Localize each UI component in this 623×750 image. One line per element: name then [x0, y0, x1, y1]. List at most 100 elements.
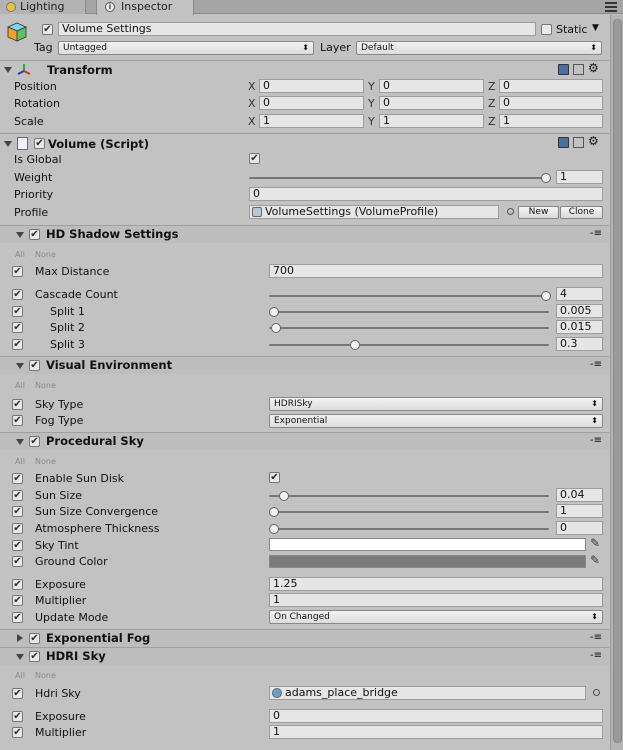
sky-tint-override-checkbox[interactable]: ✔	[12, 540, 23, 551]
axis-y-label[interactable]: Y	[368, 115, 375, 128]
hd-shadow-enabled-checkbox[interactable]: ✔	[29, 229, 40, 240]
tag-dropdown[interactable]: Untagged ⬍	[58, 41, 314, 55]
ground-color-override-checkbox[interactable]: ✔	[12, 556, 23, 567]
foldout-arrow-icon[interactable]	[4, 67, 12, 73]
scrollbar-thumb[interactable]	[613, 19, 622, 743]
eyedropper-icon[interactable]: ✎	[590, 537, 600, 550]
sun-size-convergence-slider-track[interactable]	[269, 511, 549, 513]
priority-field[interactable]: 0	[249, 187, 603, 201]
sky-type-override-checkbox[interactable]: ✔	[12, 399, 23, 410]
tab-inspector[interactable]: i Inspector	[96, 0, 194, 15]
procedural-sky-enabled-checkbox[interactable]: ✔	[29, 436, 40, 447]
component-menu-icon[interactable]: -≡	[590, 649, 602, 662]
axis-x-label[interactable]: X	[248, 97, 256, 110]
cascade-count-override-checkbox[interactable]: ✔	[12, 289, 23, 300]
max-distance-override-checkbox[interactable]: ✔	[12, 266, 23, 277]
none-toggle[interactable]: None	[35, 381, 56, 390]
axis-z-label[interactable]: Z	[488, 97, 496, 110]
tab-lighting[interactable]: Lighting	[0, 0, 86, 14]
hdri-multiplier-field[interactable]: 1	[269, 725, 603, 739]
gameobject-name-field[interactable]: Volume Settings	[58, 22, 536, 36]
atmosphere-thickness-field[interactable]: 0	[556, 521, 603, 535]
atmosphere-thickness-slider-track[interactable]	[269, 528, 549, 530]
hdri-multiplier-override-checkbox[interactable]: ✔	[12, 727, 23, 738]
position-y-field[interactable]: 0	[379, 79, 484, 93]
static-checkbox[interactable]	[541, 24, 552, 35]
axis-x-label[interactable]: X	[248, 80, 256, 93]
gameobject-active-checkbox[interactable]: ✔	[42, 24, 53, 35]
split3-slider-track[interactable]	[269, 344, 549, 346]
new-button[interactable]: New	[518, 206, 559, 219]
multiplier-override-checkbox[interactable]: ✔	[12, 595, 23, 606]
visual-env-enabled-checkbox[interactable]: ✔	[29, 360, 40, 371]
axis-y-label[interactable]: Y	[368, 80, 375, 93]
cascade-count-slider-knob[interactable]	[541, 291, 551, 301]
hdri-exposure-field[interactable]: 0	[269, 709, 603, 723]
sun-size-slider-knob[interactable]	[279, 491, 289, 501]
all-toggle[interactable]: All	[15, 250, 25, 259]
split2-field[interactable]: 0.015	[556, 320, 603, 334]
cascade-count-field[interactable]: 4	[556, 287, 603, 301]
preset-icon[interactable]	[573, 137, 584, 148]
help-book-icon[interactable]	[558, 64, 569, 75]
rotation-y-field[interactable]: 0	[379, 96, 484, 110]
max-distance-field[interactable]: 700	[269, 264, 603, 278]
split2-slider-track[interactable]	[269, 327, 549, 329]
hdri-exposure-override-checkbox[interactable]: ✔	[12, 711, 23, 722]
update-mode-override-checkbox[interactable]: ✔	[12, 612, 23, 623]
none-toggle[interactable]: None	[35, 250, 56, 259]
clone-button[interactable]: Clone	[560, 206, 603, 219]
gear-icon[interactable]: ⚙	[588, 135, 599, 148]
eyedropper-icon[interactable]: ✎	[590, 554, 600, 567]
foldout-arrow-icon[interactable]	[17, 634, 23, 642]
weight-slider-knob[interactable]	[541, 173, 551, 183]
foldout-arrow-icon[interactable]	[4, 141, 12, 147]
profile-field[interactable]: VolumeSettings (VolumeProfile)	[249, 205, 499, 219]
sun-size-slider-track[interactable]	[269, 495, 549, 497]
sun-size-override-checkbox[interactable]: ✔	[12, 490, 23, 501]
split3-override-checkbox[interactable]: ✔	[12, 339, 23, 350]
weight-field[interactable]: 1	[556, 170, 603, 184]
cascade-count-slider-track[interactable]	[269, 295, 549, 297]
sky-type-dropdown[interactable]: HDRISky ⬍	[269, 397, 603, 411]
none-toggle[interactable]: None	[35, 671, 56, 680]
weight-slider-track[interactable]	[249, 177, 549, 179]
none-toggle[interactable]: None	[35, 457, 56, 466]
component-menu-icon[interactable]: -≡	[590, 434, 602, 447]
update-mode-dropdown[interactable]: On Changed ⬍	[269, 610, 603, 624]
layer-dropdown[interactable]: Default ⬍	[356, 41, 602, 55]
exposure-field[interactable]: 1.25	[269, 577, 603, 591]
tab-menu-icon[interactable]	[605, 2, 617, 12]
ground-color-field[interactable]	[269, 555, 586, 568]
help-book-icon[interactable]	[558, 137, 569, 148]
component-menu-icon[interactable]: -≡	[590, 227, 602, 240]
split3-field[interactable]: 0.3	[556, 337, 603, 351]
rotation-z-field[interactable]: 0	[499, 96, 603, 110]
atmosphere-thickness-override-checkbox[interactable]: ✔	[12, 523, 23, 534]
hdri-sky-override-checkbox[interactable]: ✔	[12, 688, 23, 699]
scale-x-field[interactable]: 1	[259, 114, 364, 128]
foldout-arrow-icon[interactable]	[16, 439, 24, 445]
sun-size-convergence-field[interactable]: 1	[556, 504, 603, 518]
preset-icon[interactable]	[573, 64, 584, 75]
object-picker-icon[interactable]	[507, 208, 514, 215]
enable-sun-disk-checkbox[interactable]: ✔	[269, 472, 280, 483]
axis-z-label[interactable]: Z	[488, 80, 496, 93]
static-dropdown-arrow[interactable]: ▼	[592, 22, 599, 35]
sun-size-convergence-override-checkbox[interactable]: ✔	[12, 506, 23, 517]
split1-field[interactable]: 0.005	[556, 304, 603, 318]
exp-fog-enabled-checkbox[interactable]: ✔	[29, 633, 40, 644]
hdri-sky-field[interactable]: adams_place_bridge	[269, 686, 586, 700]
foldout-arrow-icon[interactable]	[16, 654, 24, 660]
all-toggle[interactable]: All	[15, 671, 25, 680]
axis-y-label[interactable]: Y	[368, 97, 375, 110]
scale-y-field[interactable]: 1	[379, 114, 484, 128]
scale-z-field[interactable]: 1	[499, 114, 603, 128]
split2-slider-knob[interactable]	[271, 323, 281, 333]
split3-slider-knob[interactable]	[350, 340, 360, 350]
split1-slider-track[interactable]	[269, 311, 549, 313]
all-toggle[interactable]: All	[15, 457, 25, 466]
rotation-x-field[interactable]: 0	[259, 96, 364, 110]
split1-override-checkbox[interactable]: ✔	[12, 306, 23, 317]
sun-size-field[interactable]: 0.04	[556, 488, 603, 502]
